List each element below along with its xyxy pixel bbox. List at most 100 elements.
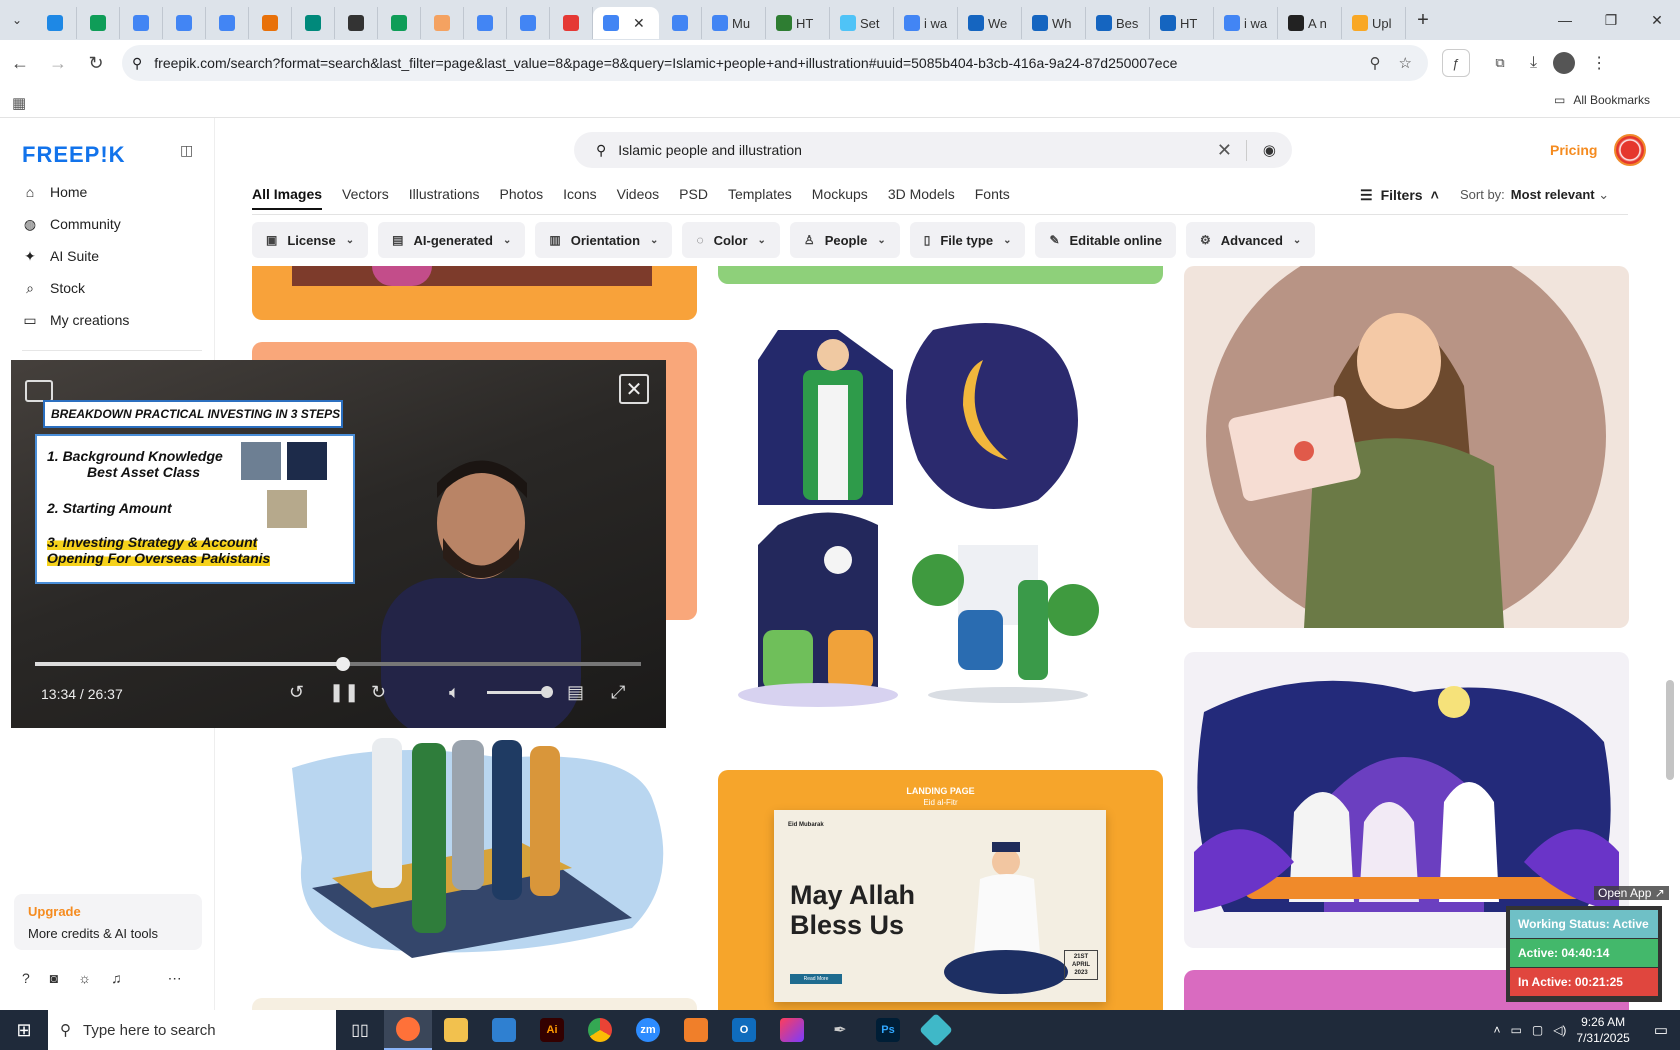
close-tab-icon[interactable]: ✕ — [633, 15, 645, 32]
tab-templates[interactable]: Templates — [728, 186, 792, 210]
browser-tab[interactable]: Wh — [1022, 7, 1086, 39]
tab-icons[interactable]: Icons — [563, 186, 596, 210]
display-icon[interactable]: ▢ — [1532, 1023, 1543, 1037]
browser-tab[interactable]: Set — [830, 7, 894, 39]
landing-page-card[interactable]: LANDING PAGE Eid al-Fitr Eid Mubarak May… — [718, 770, 1163, 1010]
tab-all-images[interactable]: All Images — [252, 186, 323, 210]
tab-illustrations[interactable]: Illustrations — [409, 186, 480, 210]
chrome-icon[interactable] — [576, 1010, 624, 1050]
browser-tab[interactable] — [507, 7, 550, 39]
browser-tab[interactable] — [77, 7, 120, 39]
volume-slider[interactable] — [487, 691, 545, 694]
rewind-icon[interactable]: ↺ — [289, 682, 304, 703]
more-icon[interactable]: ⋯ — [168, 970, 182, 987]
browser-tab[interactable]: Bes — [1086, 7, 1150, 39]
help-icon[interactable]: ? — [22, 970, 30, 987]
pricing-link[interactable]: Pricing — [1550, 142, 1597, 158]
extensions-puzzle-icon[interactable]: ⧉ — [1486, 49, 1514, 77]
browser-tab[interactable]: HT — [1150, 7, 1214, 39]
tab-vectors[interactable]: Vectors — [342, 186, 389, 210]
forward-icon[interactable]: ↻ — [371, 682, 386, 703]
filter-ai-generated[interactable]: ▤ AI-generated ⌄ — [378, 222, 526, 258]
address-bar[interactable]: ⚲ freepik.com/search?format=search&last_… — [122, 45, 1428, 81]
bookmark-star-icon[interactable]: ☆ — [1399, 54, 1412, 72]
volume-handle[interactable] — [541, 686, 553, 698]
pen-tool-icon[interactable]: ✒ — [816, 1010, 864, 1050]
tab-photos[interactable]: Photos — [500, 186, 544, 210]
image-card[interactable] — [718, 266, 1163, 284]
sidebar-collapse-icon[interactable]: ◫ — [180, 142, 193, 159]
image-card[interactable] — [252, 728, 697, 963]
sidebar-item-home[interactable]: ⌂ Home — [22, 178, 202, 206]
freepik-logo[interactable]: FREEP!K — [22, 142, 126, 168]
browser-tab[interactable] — [550, 7, 593, 39]
filter-people[interactable]: ♙ People ⌄ — [789, 222, 900, 258]
page-scrollbar[interactable] — [1666, 680, 1674, 780]
clear-search-icon[interactable]: ✕ — [1217, 139, 1247, 161]
reload-button[interactable]: ↻ — [78, 45, 114, 81]
browser-tab[interactable]: ✕ — [593, 7, 659, 39]
tray-chevron-icon[interactable]: ˄ — [1493, 1023, 1500, 1037]
search-bar[interactable]: ⚲ Islamic people and illustration ✕ ◉ — [574, 132, 1292, 168]
captions-icon[interactable]: ▤ — [567, 682, 584, 703]
back-to-tab-icon[interactable] — [25, 380, 53, 402]
image-card[interactable] — [1184, 652, 1629, 948]
new-tab-button[interactable]: + — [1406, 9, 1440, 32]
browser-tab[interactable]: i wa — [1214, 7, 1278, 39]
browser-menu-icon[interactable]: ⋮ — [1591, 53, 1607, 73]
picture-in-picture-player[interactable]: BREAKDOWN PRACTICAL INVESTING IN 3 STEPS… — [11, 360, 666, 728]
taskbar-search[interactable]: ⚲ Type here to search — [48, 1010, 336, 1050]
fullscreen-icon[interactable]: ⤢ — [611, 682, 625, 703]
video-scrubber-handle[interactable] — [336, 657, 350, 671]
camera-search-icon[interactable]: ◉ — [1247, 141, 1292, 159]
forward-button[interactable]: → — [40, 45, 76, 81]
discord-icon[interactable]: ◙ — [50, 970, 58, 987]
download-icon[interactable]: ⤓ — [1530, 54, 1537, 72]
network-icon[interactable]: ▭ — [1511, 1023, 1522, 1037]
sort-dropdown[interactable]: Sort by: Most relevant ⌄ — [1460, 187, 1609, 203]
firefox-icon[interactable] — [384, 1010, 432, 1050]
browser-tab[interactable] — [464, 7, 507, 39]
image-card[interactable] — [718, 310, 1163, 720]
filter-color[interactable]: ◌ Color ⌄ — [682, 222, 780, 258]
tab-videos[interactable]: Videos — [617, 186, 660, 210]
clock[interactable]: 9:26 AM 7/31/2025 — [1576, 1014, 1629, 1046]
theme-icon[interactable]: ☼ — [78, 970, 91, 987]
volume-icon[interactable]: 🔈︎ — [449, 682, 460, 703]
outlook-icon[interactable]: O — [720, 1010, 768, 1050]
image-card[interactable] — [252, 998, 697, 1010]
site-info-icon[interactable]: ⚲ — [132, 55, 142, 72]
browser-tab[interactable]: HT — [766, 7, 830, 39]
image-card[interactable] — [252, 266, 697, 320]
minimize-icon[interactable]: — — [1542, 0, 1588, 40]
pause-icon[interactable]: ❚❚ — [329, 682, 359, 703]
tab-3d-models[interactable]: 3D Models — [888, 186, 955, 210]
browser-tab[interactable]: i wa — [894, 7, 958, 39]
tab-fonts[interactable]: Fonts — [975, 186, 1010, 210]
tab-mockups[interactable]: Mockups — [812, 186, 868, 210]
filter-file-type[interactable]: ▯ File type ⌄ — [909, 222, 1026, 258]
creative-cloud-icon[interactable] — [768, 1010, 816, 1050]
search-input[interactable]: Islamic people and illustration — [618, 142, 802, 158]
filter-advanced[interactable]: ⚙ Advanced ⌄ — [1185, 222, 1316, 258]
back-button[interactable]: ← — [2, 45, 38, 81]
task-view-icon[interactable]: ▯▯ — [336, 1010, 384, 1050]
tab-search-button[interactable]: ⌄ — [0, 0, 34, 40]
file-explorer-icon[interactable] — [432, 1010, 480, 1050]
upgrade-card[interactable]: Upgrade More credits & AI tools — [14, 894, 202, 950]
notifications-icon[interactable]: ♫ — [111, 970, 122, 987]
sidebar-item-stock[interactable]: ⌕ Stock — [22, 274, 202, 302]
browser-tab[interactable]: Upl — [1342, 7, 1406, 39]
browser-tab[interactable] — [163, 7, 206, 39]
user-avatar[interactable] — [1614, 134, 1646, 166]
zoom-app-icon[interactable]: zm — [624, 1010, 672, 1050]
illustrator-icon[interactable]: Ai — [528, 1010, 576, 1050]
image-card[interactable] — [1184, 266, 1629, 628]
filter-orientation[interactable]: ▥ Orientation ⌄ — [535, 222, 673, 258]
photoshop-icon[interactable]: Ps — [864, 1010, 912, 1050]
browser-tab[interactable] — [659, 7, 702, 39]
browser-tab[interactable] — [206, 7, 249, 39]
browser-tab[interactable] — [378, 7, 421, 39]
browser-tab[interactable] — [249, 7, 292, 39]
sidebar-item-community[interactable]: ◍ Community — [22, 210, 202, 238]
